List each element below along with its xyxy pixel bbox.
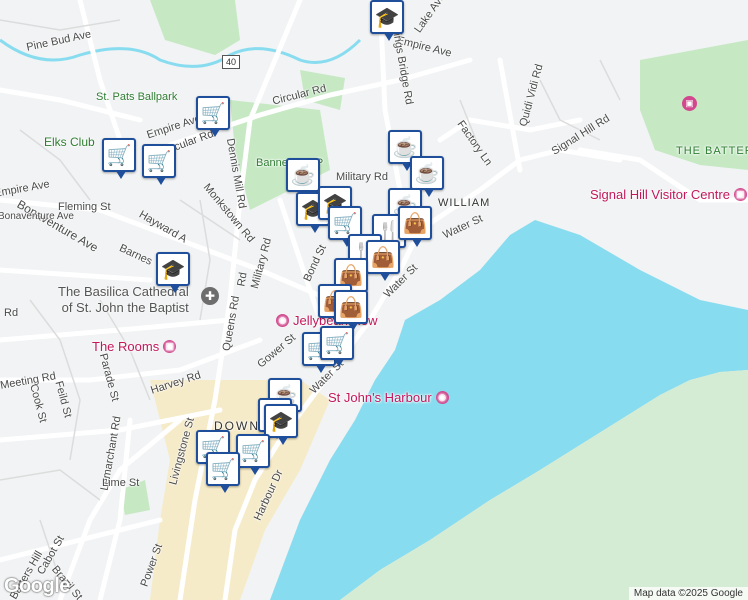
shopping-bag-icon: 👜 xyxy=(402,212,428,235)
map-marker[interactable]: 🎓 xyxy=(370,0,404,41)
park-label: St. Pats Ballpark xyxy=(96,91,178,103)
map-marker[interactable]: ☕ xyxy=(286,158,320,199)
shopping-cart-icon: 🛒 xyxy=(210,458,236,481)
coffee-icon: ☕ xyxy=(414,162,440,185)
map-marker[interactable]: 🛒 xyxy=(206,452,240,493)
map-attribution[interactable]: Map data ©2025 Google xyxy=(628,587,748,600)
poi-signal-hill-visitor-centre[interactable]: Signal Hill Visitor Centre ▣ xyxy=(590,188,747,201)
district-label: WILLIAM xyxy=(438,197,491,209)
map-marker[interactable]: 🛒 xyxy=(196,96,230,137)
map-marker[interactable]: ☕ xyxy=(410,156,444,197)
shopping-cart-icon: 🛒 xyxy=(106,144,132,167)
museum-icon: ▣ xyxy=(733,188,747,201)
map-marker[interactable]: 🛒 xyxy=(320,326,354,367)
shopping-cart-icon: 🛒 xyxy=(324,332,350,355)
google-logo: Google xyxy=(4,575,70,597)
poi-label-text: THE BATTERY xyxy=(676,145,748,157)
school-icon: 🎓 xyxy=(160,258,186,281)
place-label: Elks Club xyxy=(44,135,95,149)
church-icon: ✚ xyxy=(201,287,219,305)
street-label: Rd xyxy=(4,307,19,319)
museum-icon: ▣ xyxy=(163,340,177,353)
map-marker[interactable]: 🎓 xyxy=(156,252,190,293)
shopping-bag-icon: 👜 xyxy=(338,296,364,319)
map-marker[interactable]: 👜 xyxy=(334,290,368,331)
map-marker[interactable]: 👜 xyxy=(398,206,432,247)
poi-label-text: The Rooms xyxy=(92,339,160,354)
school-icon: 🎓 xyxy=(374,6,400,29)
map-canvas[interactable]: Pine Bud Ave Empire Ave Lake Ave Kings B… xyxy=(0,0,748,600)
coffee-icon: ☕ xyxy=(290,164,316,187)
map-marker[interactable]: 🎓 xyxy=(264,404,298,445)
shopping-cart-icon: 🛒 xyxy=(332,212,358,235)
camera-icon: ◉ xyxy=(435,391,449,404)
museum-icon: ▣ xyxy=(682,96,697,111)
shopping-cart-icon: 🛒 xyxy=(200,102,226,125)
shopping-cart-icon: 🛒 xyxy=(240,440,266,463)
camera-icon: ◉ xyxy=(276,314,289,327)
route-shield: 40 xyxy=(222,55,241,69)
map-marker[interactable]: 👜 xyxy=(366,240,400,281)
poi-the-rooms[interactable]: The Rooms ▣ xyxy=(92,339,177,354)
poi-label-text: Signal Hill Visitor Centre xyxy=(590,187,730,202)
poi-label-text: of St. John the Baptist xyxy=(61,300,189,315)
poi-label-text: St John's Harbour xyxy=(328,390,432,405)
shopping-cart-icon: 🛒 xyxy=(146,150,172,173)
school-icon: 🎓 xyxy=(268,410,294,433)
street-label: Bonaventure Ave xyxy=(0,211,74,222)
map-marker[interactable]: 🛒 xyxy=(142,144,176,185)
park-area xyxy=(150,0,240,55)
shopping-bag-icon: 👜 xyxy=(370,246,396,269)
street-label: Lime St xyxy=(102,477,140,489)
street-label: Military Rd xyxy=(336,171,388,183)
map-marker[interactable]: 🛒 xyxy=(236,434,270,475)
poi-the-battery[interactable]: THE BATTERY xyxy=(676,146,748,157)
map-marker[interactable]: 🛒 xyxy=(102,138,136,179)
poi-st-johns-harbour[interactable]: St John's Harbour ◉ xyxy=(328,391,449,404)
